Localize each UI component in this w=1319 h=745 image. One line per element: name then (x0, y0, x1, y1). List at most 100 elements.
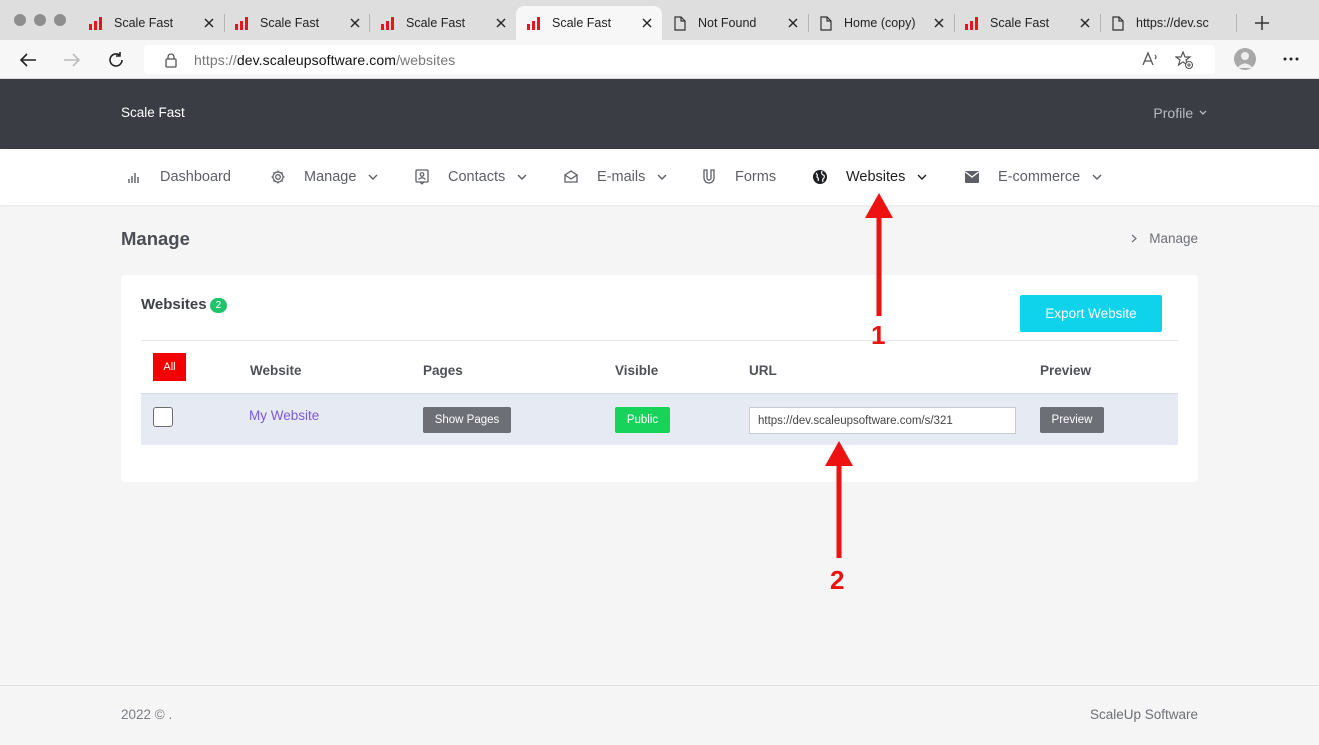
page-title: Manage (121, 228, 190, 249)
browser-tab[interactable]: Scale Fast (370, 6, 516, 40)
chevron-down-icon (1092, 172, 1102, 182)
website-link[interactable]: My Website (249, 408, 319, 423)
nav-label: Contacts (448, 169, 506, 185)
new-tab-icon[interactable] (1253, 14, 1271, 32)
window-zoom-button[interactable] (54, 14, 66, 26)
annotation-label-1: 1 (871, 320, 886, 350)
preview-button[interactable]: Preview (1040, 407, 1104, 433)
page-icon (1110, 15, 1126, 31)
lock-icon (164, 52, 178, 68)
card-title: Websites 2 (141, 296, 228, 313)
tab-title: Scale Fast (990, 16, 1050, 30)
chevron-down-icon (517, 172, 527, 182)
tab-title: https://dev.sc (1136, 16, 1209, 30)
forward-icon[interactable] (62, 50, 82, 70)
select-all-button[interactable]: All (153, 353, 186, 381)
nav-item-emails[interactable]: E-mails (563, 149, 667, 205)
bar-chart-icon (126, 169, 142, 185)
visibility-badge[interactable]: Public (615, 407, 670, 433)
close-icon[interactable] (932, 16, 946, 30)
close-icon[interactable] (640, 16, 654, 30)
company-name: ScaleUp Software (1089, 707, 1198, 722)
browser-tab[interactable]: Scale Fast (954, 6, 1100, 40)
chevron-down-icon (368, 172, 378, 182)
app-header: Scale Fast Profile (0, 79, 1319, 149)
page-icon (672, 15, 688, 31)
globe-icon (812, 169, 828, 185)
website-url-field[interactable] (749, 407, 1016, 434)
window-close-button[interactable] (14, 14, 26, 26)
envelope-open-icon (563, 169, 579, 185)
tab-title: Home (copy) (844, 16, 916, 30)
nav-item-dashboard[interactable]: Dashboard (126, 149, 231, 205)
url-text: https://dev.scaleupsoftware.com/websites (194, 51, 456, 68)
browser-tab-bar: Scale Fast Scale Fast Scale Fast Scale F… (0, 0, 1319, 40)
breadcrumb: Manage (1131, 231, 1198, 246)
browser-tab[interactable]: https://dev.sc (1100, 6, 1228, 40)
nav-item-manage[interactable]: Manage (270, 149, 378, 205)
page-icon (818, 15, 834, 31)
nav-label: Forms (735, 169, 777, 185)
chevron-down-icon (1199, 110, 1207, 115)
bar-chart-icon (526, 15, 542, 31)
nav-label: Dashboard (160, 169, 231, 185)
more-menu-icon[interactable] (1282, 52, 1300, 71)
brand-name[interactable]: Scale Fast (121, 105, 185, 120)
tab-title: Scale Fast (260, 16, 320, 30)
websites-card: Websites 2 Export Website All Website Pag… (121, 275, 1198, 482)
browser-tab[interactable]: Scale Fast (224, 6, 370, 40)
tab-title: Scale Fast (114, 16, 174, 30)
envelope-icon (964, 169, 980, 185)
table-divider (141, 340, 1178, 341)
chevron-down-icon (917, 172, 927, 182)
footer: 2022 © . ScaleUp Software (0, 685, 1319, 745)
reload-icon[interactable] (106, 50, 126, 70)
column-header-pages: Pages (423, 363, 463, 378)
count-badge: 2 (209, 298, 228, 313)
nav-item-ecommerce[interactable]: E-commerce (964, 149, 1102, 205)
user-avatar[interactable] (1234, 48, 1256, 70)
copyright-text: 2022 © . (121, 707, 173, 722)
bar-chart-icon (964, 15, 980, 31)
contact-icon (414, 169, 430, 185)
add-favorite-icon[interactable] (1174, 50, 1194, 74)
column-header-preview: Preview (1040, 363, 1092, 378)
column-header-visible: Visible (615, 363, 659, 378)
back-icon[interactable] (18, 50, 38, 70)
chevron-right-icon (1131, 231, 1138, 246)
bar-chart-icon (380, 15, 396, 31)
export-website-button[interactable]: Export Website (1020, 295, 1162, 332)
nav-label: Manage (304, 169, 357, 185)
annotation-label-2: 2 (830, 565, 845, 595)
breadcrumb-item[interactable]: Manage (1149, 231, 1198, 246)
window-minimize-button[interactable] (34, 14, 46, 26)
close-icon[interactable] (786, 16, 800, 30)
tab-title: Scale Fast (552, 16, 612, 30)
close-icon[interactable] (202, 16, 216, 30)
nav-label: E-commerce (998, 169, 1081, 185)
url-field[interactable]: https://dev.scaleupsoftware.com/websites (144, 45, 1215, 74)
nav-item-contacts[interactable]: Contacts (414, 149, 527, 205)
nav-item-websites[interactable]: Websites (812, 149, 927, 205)
column-header-website: Website (250, 363, 302, 378)
show-pages-button[interactable]: Show Pages (423, 407, 511, 433)
tab-title: Not Found (698, 16, 757, 30)
browser-tab[interactable]: Not Found (662, 6, 808, 40)
bar-chart-icon (234, 15, 250, 31)
gear-icon (270, 169, 286, 185)
tab-title: Scale Fast (406, 16, 466, 30)
nav-item-forms[interactable]: Forms (701, 149, 776, 205)
browser-tab[interactable]: Scale Fast (78, 6, 224, 40)
chevron-down-icon (657, 172, 667, 182)
browser-tab-active[interactable]: Scale Fast (516, 6, 662, 40)
profile-menu[interactable]: Profile (1153, 105, 1207, 121)
read-aloud-icon[interactable] (1141, 51, 1159, 72)
main-nav: Dashboard Manage Contacts E-mails Forms … (0, 149, 1319, 205)
magnet-icon (701, 169, 717, 185)
close-icon[interactable] (1078, 16, 1092, 30)
table-row: My Website Show Pages Public Preview (141, 393, 1178, 445)
close-icon[interactable] (494, 16, 508, 30)
row-checkbox[interactable] (153, 407, 173, 427)
close-icon[interactable] (348, 16, 362, 30)
browser-tab[interactable]: Home (copy) (808, 6, 954, 40)
